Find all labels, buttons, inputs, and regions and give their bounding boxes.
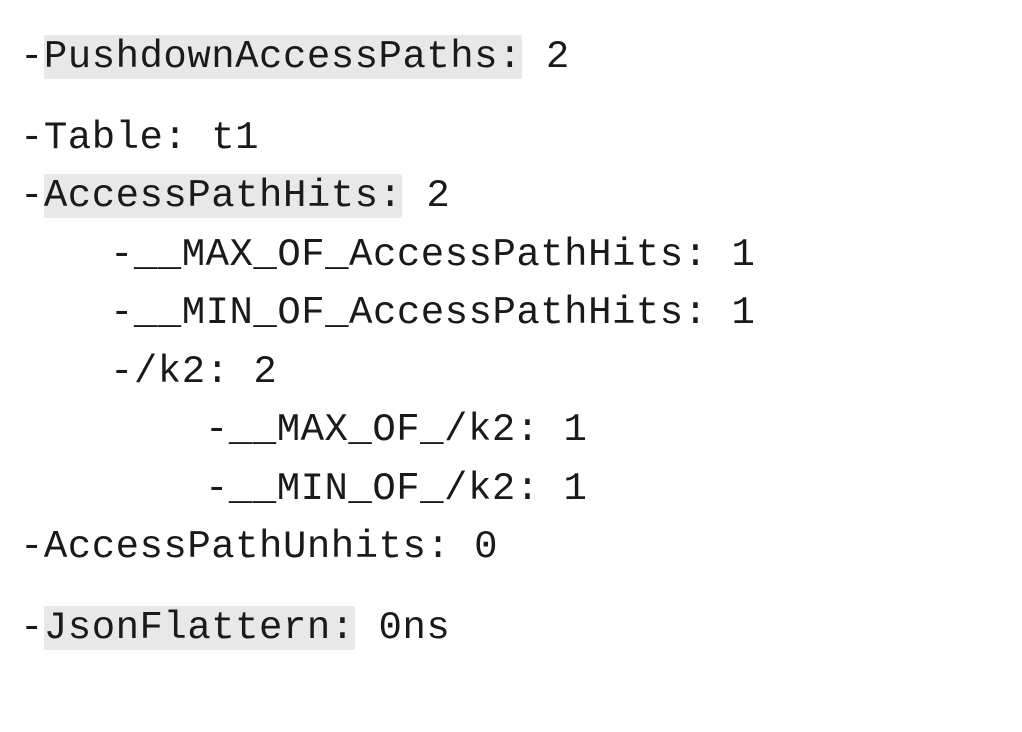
line-min-of-k2: - __MIN_OF_/k2: 1: [20, 460, 1002, 519]
label-access-path-hits: AccessPathHits:: [44, 174, 403, 218]
line-access-path-hits: - AccessPathHits: 2: [20, 167, 1002, 226]
bullet: -: [20, 518, 44, 577]
bullet: -: [110, 343, 134, 402]
value-json-flattern: 0ns: [355, 606, 451, 650]
bullet: -: [20, 167, 44, 226]
line-max-of-k2: - __MAX_OF_/k2: 1: [20, 401, 1002, 460]
bullet: -: [205, 401, 229, 460]
line-table: - Table: t1: [20, 109, 1002, 168]
line-access-path-unhits: - AccessPathUnhits: 0: [20, 518, 1002, 577]
text-access-path-unhits: AccessPathUnhits: 0: [44, 525, 498, 569]
line-pushdown-access-paths: - PushdownAccessPaths: 2: [20, 28, 1002, 87]
value-pushdown-access-paths: 2: [522, 35, 570, 79]
bullet: -: [205, 460, 229, 519]
bullet: -: [20, 109, 44, 168]
bullet: -: [110, 226, 134, 285]
text-k2: /k2: 2: [134, 350, 277, 394]
text-table: Table: t1: [44, 116, 259, 160]
line-min-of-access-path-hits: - __MIN_OF_AccessPathHits: 1: [20, 284, 1002, 343]
text-max-of-k2: __MAX_OF_/k2: 1: [229, 408, 588, 452]
bullet: -: [20, 599, 44, 658]
value-access-path-hits: 2: [402, 174, 450, 218]
line-k2: - /k2: 2: [20, 343, 1002, 402]
text-min-of-access-path-hits: __MIN_OF_AccessPathHits: 1: [134, 291, 756, 335]
line-max-of-access-path-hits: - __MAX_OF_AccessPathHits: 1: [20, 226, 1002, 285]
label-pushdown-access-paths: PushdownAccessPaths:: [44, 35, 522, 79]
line-json-flattern: - JsonFlattern: 0ns: [20, 599, 1002, 658]
bullet: -: [20, 28, 44, 87]
text-min-of-k2: __MIN_OF_/k2: 1: [229, 467, 588, 511]
label-json-flattern: JsonFlattern:: [44, 606, 355, 650]
metrics-list: - PushdownAccessPaths: 2 - Table: t1 - A…: [0, 0, 1022, 685]
text-max-of-access-path-hits: __MAX_OF_AccessPathHits: 1: [134, 233, 756, 277]
bullet: -: [110, 284, 134, 343]
